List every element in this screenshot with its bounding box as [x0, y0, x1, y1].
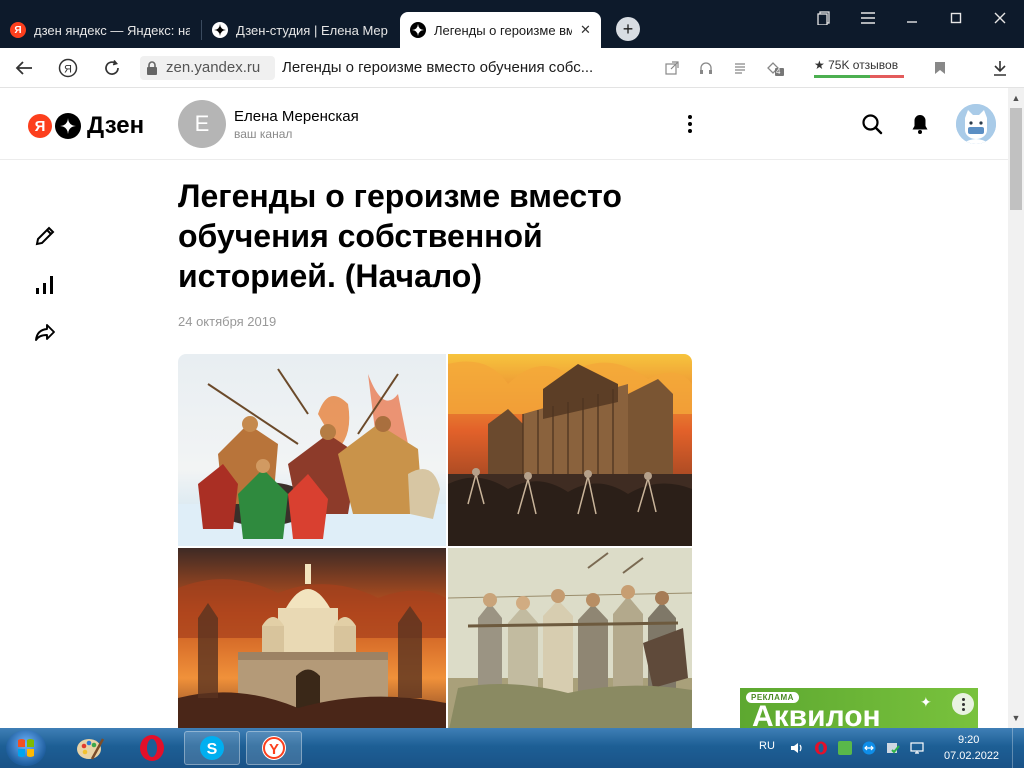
- volume-icon[interactable]: [790, 741, 804, 755]
- tab-label: Легенды о героизме вм: [434, 22, 572, 38]
- dzen-star-icon: [55, 113, 81, 139]
- start-button[interactable]: [6, 730, 46, 766]
- article-date: 24 октября 2019: [178, 314, 277, 329]
- image-battle-in-snow: [178, 354, 446, 546]
- tab-dzen-studio[interactable]: Дзен-студия | Елена Мере: [202, 12, 398, 48]
- tab-label: Дзен-студия | Елена Мере: [236, 22, 388, 38]
- taskbar-skype-icon[interactable]: S: [184, 731, 240, 765]
- keyboard-language[interactable]: RU: [759, 740, 775, 752]
- sparkle-icon: ✦: [920, 694, 932, 710]
- image-burning-fortress: [448, 354, 692, 546]
- menu-icon[interactable]: [856, 8, 880, 28]
- url-host[interactable]: zen.yandex.ru: [166, 59, 260, 76]
- new-tab-button[interactable]: +: [616, 17, 640, 41]
- pencil-edit-icon[interactable]: [33, 224, 57, 248]
- article-cover-image[interactable]: [178, 354, 692, 734]
- reviews-rating-bar: [814, 75, 904, 78]
- user-avatar[interactable]: [956, 104, 996, 144]
- screen: Я дзен яндекс — Яндекс: на Дзен-студия |…: [0, 0, 1024, 768]
- reload-icon[interactable]: [100, 56, 124, 80]
- taskbar-paint-icon[interactable]: [62, 731, 118, 765]
- opera-tray-icon[interactable]: [814, 741, 828, 755]
- article-title: Легенды о героизме вместо обучения собст…: [178, 178, 622, 294]
- bookmarks-panel-icon[interactable]: [812, 8, 836, 28]
- security-tray-icon[interactable]: [886, 741, 900, 755]
- advertisement-banner[interactable]: РЕКЛАМА Аквилон ✦: [740, 688, 978, 728]
- browser-toolbar: Я zen.yandex.ru Легенды о героизме вмест…: [0, 48, 1024, 88]
- ad-menu-icon[interactable]: [952, 693, 974, 715]
- logo-text: Дзен: [87, 112, 145, 139]
- scrollbar-thumb[interactable]: [1010, 108, 1022, 210]
- url-page-title[interactable]: Легенды о героизме вместо обучения собс.…: [282, 59, 593, 76]
- svg-text:Y: Y: [269, 741, 279, 758]
- browser-tab-strip: Я дзен яндекс — Яндекс: на Дзен-студия |…: [0, 0, 1024, 48]
- app-tray-icon[interactable]: [838, 741, 852, 755]
- reviews-rating[interactable]: ★ 75K отзывов: [814, 58, 898, 72]
- yandex-logo-icon: Я: [28, 114, 52, 138]
- clock-date[interactable]: 07.02.2022: [944, 750, 999, 762]
- maximize-icon[interactable]: [944, 8, 968, 28]
- yandex-icon: Я: [10, 22, 26, 38]
- minimize-icon[interactable]: [900, 8, 924, 28]
- image-captives: [448, 548, 692, 734]
- teamviewer-tray-icon[interactable]: [862, 741, 876, 755]
- network-tray-icon[interactable]: [910, 741, 924, 755]
- scroll-down-icon[interactable]: ▼: [1008, 712, 1024, 724]
- protect-extension-icon[interactable]: 4: [764, 60, 786, 76]
- show-desktop-button[interactable]: [1012, 728, 1024, 768]
- windows-taskbar: S Y RU 9:20 07.02.2022: [0, 728, 1024, 768]
- yandex-home-icon[interactable]: Я: [56, 56, 80, 80]
- dzen-logo[interactable]: Я Дзен: [28, 112, 144, 140]
- share-arrow-icon[interactable]: [33, 320, 57, 344]
- tab-yandex-search[interactable]: Я дзен яндекс — Яндекс: на: [0, 12, 200, 48]
- headphones-icon[interactable]: [698, 60, 714, 76]
- channel-subtitle: ваш канал: [234, 127, 293, 141]
- back-arrow-icon[interactable]: [12, 56, 36, 80]
- scroll-up-icon[interactable]: ▲: [1008, 92, 1024, 104]
- channel-avatar[interactable]: Е: [178, 100, 226, 148]
- more-options-icon[interactable]: [680, 112, 700, 136]
- dzen-header: Я Дзен Е Елена Меренская ваш канал: [0, 88, 1008, 160]
- tab-label: дзен яндекс — Яндекс: на: [34, 22, 190, 38]
- taskbar-opera-icon[interactable]: [124, 731, 180, 765]
- svg-text:S: S: [207, 741, 218, 758]
- lock-icon[interactable]: [144, 60, 160, 76]
- dzen-icon: [410, 22, 426, 38]
- bell-icon[interactable]: [908, 112, 932, 136]
- close-window-icon[interactable]: [988, 8, 1012, 28]
- image-burning-city: [178, 548, 446, 734]
- share-link-icon[interactable]: [664, 60, 680, 76]
- clock-time[interactable]: 9:20: [958, 734, 979, 746]
- downloads-icon[interactable]: [992, 60, 1008, 76]
- taskbar-yandex-browser-icon[interactable]: Y: [246, 731, 302, 765]
- svg-text:Я: Я: [64, 64, 72, 76]
- reader-mode-icon[interactable]: [732, 60, 748, 76]
- tab-article-active[interactable]: Легенды о героизме вм ✕: [400, 12, 601, 48]
- bookmark-icon[interactable]: [932, 60, 948, 76]
- dzen-icon: [212, 22, 228, 38]
- statistics-icon[interactable]: [33, 273, 57, 297]
- extension-badge: 4: [776, 67, 781, 76]
- channel-name[interactable]: Елена Меренская: [234, 108, 359, 125]
- ad-text: Аквилон: [752, 700, 881, 728]
- search-icon[interactable]: [860, 112, 884, 136]
- tab-close-icon[interactable]: ✕: [580, 22, 591, 38]
